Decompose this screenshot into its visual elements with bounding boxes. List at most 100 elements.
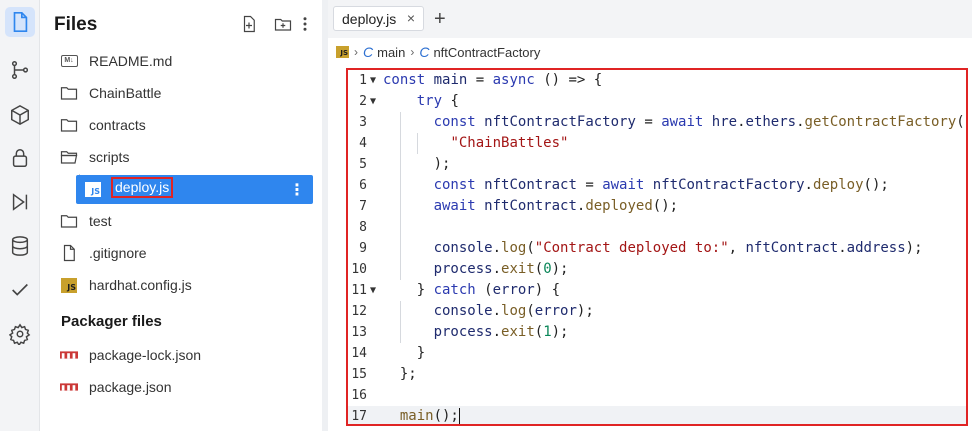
code-line[interactable]: 3 const nftContractFactory = await hre.e… xyxy=(348,112,966,133)
js-file-icon: JS xyxy=(84,181,102,199)
code-line[interactable]: 11 ▼ } catch (error) { xyxy=(348,280,966,301)
file-explorer-icon[interactable] xyxy=(5,7,35,37)
tree-item-label: ChainBattle xyxy=(89,85,162,101)
code-line[interactable]: 13 process.exit(1); xyxy=(348,322,966,343)
breadcrumb: JS › C main › C nftContractFactory xyxy=(336,43,540,61)
new-folder-icon[interactable] xyxy=(274,15,292,33)
tab-label: deploy.js xyxy=(342,10,397,27)
code-line[interactable]: 8 xyxy=(348,217,966,238)
code-text: const main = async () => { xyxy=(383,72,603,88)
code-area[interactable]: 1 ▼ const main = async () => {2 ▼ try {3 co… xyxy=(346,68,968,426)
code-text: main(); xyxy=(399,408,460,424)
code-line[interactable]: 16 xyxy=(348,385,966,406)
code-text: ); xyxy=(383,156,451,172)
line-number: 7 xyxy=(359,199,367,214)
indent-guide xyxy=(399,217,401,238)
lock-icon[interactable] xyxy=(5,143,35,173)
fold-toggle-icon[interactable]: ▼ xyxy=(370,70,376,91)
folder-open-icon xyxy=(60,148,78,166)
line-number: 16 xyxy=(351,388,367,403)
check-icon[interactable] xyxy=(5,275,35,305)
code-line[interactable]: 17 main(); xyxy=(348,406,966,424)
code-text: console.log(error); xyxy=(433,303,594,319)
line-number: 14 xyxy=(351,346,367,361)
line-number: 10 xyxy=(351,262,367,277)
js-file-icon: JS xyxy=(60,276,78,294)
code-line[interactable]: 12 console.log(error); xyxy=(348,301,966,322)
tree-item-readme[interactable]: M↓ README.md xyxy=(44,49,314,73)
code-text: process.exit(0); xyxy=(433,261,569,277)
item-more-options-icon[interactable]: ⋮ xyxy=(289,180,305,200)
tree-item-label: .gitignore xyxy=(89,245,147,261)
breadcrumb-item-main[interactable]: main xyxy=(377,45,405,60)
code-text: const nftContractFactory = await hre.eth… xyxy=(433,114,965,130)
tree-item-label: package-lock.json xyxy=(89,347,202,363)
js-file-icon: JS xyxy=(336,46,349,58)
database-icon[interactable] xyxy=(5,231,35,261)
code-line[interactable]: 4 "ChainBattles" xyxy=(348,133,966,154)
code-line[interactable]: 2 ▼ try { xyxy=(348,91,966,112)
tree-item-test[interactable]: test xyxy=(44,209,314,233)
new-tab-plus-icon[interactable]: + xyxy=(434,8,446,30)
code-line[interactable]: 5 ); xyxy=(348,154,966,175)
code-line[interactable]: 7 await nftContract.deployed(); xyxy=(348,196,966,217)
line-number: 2 xyxy=(359,94,367,109)
fold-toggle-icon[interactable]: ▼ xyxy=(370,280,376,301)
tree-item-hardhat-config[interactable]: JS hardhat.config.js xyxy=(44,273,314,297)
activity-bar xyxy=(0,0,40,431)
code-text: const nftContract = await nftContractFac… xyxy=(433,177,889,193)
text-cursor xyxy=(458,408,460,424)
markdown-icon: M↓ xyxy=(60,52,78,70)
chevron-right-icon: › xyxy=(410,45,415,59)
code-line[interactable]: 10 process.exit(0); xyxy=(348,259,966,280)
code-line[interactable]: 9 console.log("Contract deployed to:", n… xyxy=(348,238,966,259)
code-line[interactable]: 1 ▼ const main = async () => { xyxy=(348,70,966,91)
tree-item-label: test xyxy=(89,213,112,229)
code-line[interactable]: 6 const nftContract = await nftContractF… xyxy=(348,175,966,196)
function-icon: C xyxy=(363,44,374,60)
line-number: 1 xyxy=(359,73,367,88)
breadcrumb-item-factory[interactable]: nftContractFactory xyxy=(433,45,540,60)
line-number: 9 xyxy=(359,241,367,256)
line-number: 15 xyxy=(351,367,367,382)
tree-item-package-lock[interactable]: package-lock.json xyxy=(44,343,314,367)
settings-gear-icon[interactable] xyxy=(5,319,35,349)
tree-item-chainbattle[interactable]: ChainBattle xyxy=(44,81,314,105)
tree-item-deploy-js[interactable]: JS deploy.js ⋮ xyxy=(76,175,313,204)
more-options-icon[interactable] xyxy=(296,15,314,33)
run-deploy-icon[interactable] xyxy=(5,187,35,217)
fold-toggle-icon[interactable]: ▼ xyxy=(370,91,376,112)
new-file-icon[interactable] xyxy=(240,15,258,33)
file-explorer-panel: Files M↓ README.md ChainBattle contracts… xyxy=(44,0,322,431)
folder-icon xyxy=(60,116,78,134)
folder-icon xyxy=(60,212,78,230)
tree-item-package-json[interactable]: package.json xyxy=(44,375,314,399)
code-text: await nftContract.deployed(); xyxy=(433,198,679,214)
tab-deploy-js[interactable]: deploy.js × xyxy=(333,6,424,31)
code-text: } catch (error) { xyxy=(383,282,561,298)
code-text: process.exit(1); xyxy=(433,324,569,340)
line-number: 17 xyxy=(351,409,367,424)
line-number: 13 xyxy=(351,325,367,340)
code-text: } xyxy=(383,345,426,361)
code-line[interactable]: 15 }; xyxy=(348,364,966,385)
code-text: console.log("Contract deployed to:", nft… xyxy=(433,240,923,256)
code-line[interactable]: 14 } xyxy=(348,343,966,364)
tree-item-label: README.md xyxy=(89,53,173,69)
code-editor-panel: deploy.js × + JS › C main › C nftContrac… xyxy=(328,0,972,431)
cube-icon[interactable] xyxy=(5,100,35,130)
tree-item-label: scripts xyxy=(89,149,130,165)
tab-bar: deploy.js × + xyxy=(328,0,972,38)
line-number: 3 xyxy=(359,115,367,130)
npm-icon xyxy=(60,378,78,396)
function-icon: C xyxy=(419,44,430,60)
line-number: 11 xyxy=(351,283,367,298)
line-number: 12 xyxy=(351,304,367,319)
tree-item-label: deploy.js xyxy=(111,177,174,198)
close-tab-icon[interactable]: × xyxy=(407,10,415,26)
tree-item-gitignore[interactable]: .gitignore xyxy=(44,241,314,265)
code-text: }; xyxy=(383,366,417,382)
tree-item-contracts[interactable]: contracts xyxy=(44,113,314,137)
git-icon[interactable] xyxy=(5,55,35,85)
tree-item-scripts[interactable]: scripts xyxy=(44,145,314,169)
